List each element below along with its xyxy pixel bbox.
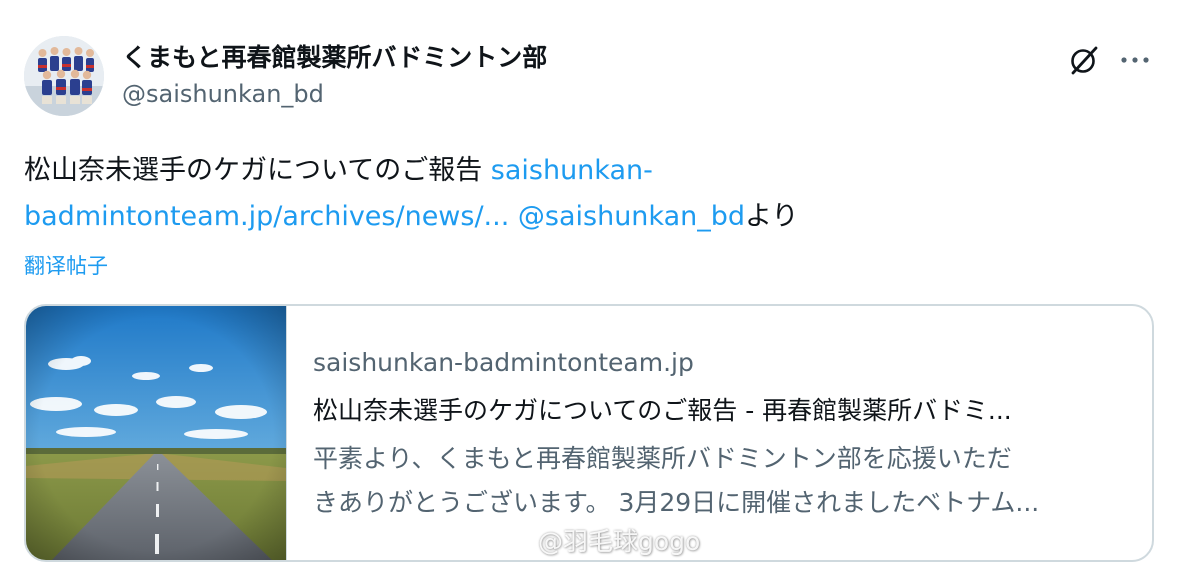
more-options-button[interactable]	[1115, 40, 1155, 80]
card-body: saishunkan-badmintonteam.jp 松山奈未選手のケガについ…	[313, 348, 1133, 525]
grok-icon	[1071, 46, 1098, 75]
card-description-line-1: 平素より、くまもと再春館製薬所バドミントン部を応援いただ	[313, 444, 1012, 473]
post: くまもと再春館製薬所バドミントン部 @saishunkan_bd 松山奈未選手の…	[0, 0, 1178, 572]
author-handle[interactable]: @saishunkan_bd	[122, 80, 324, 108]
post-link-url-part2[interactable]: badmintonteam.jp/archives/news/...	[24, 201, 509, 232]
post-link-url-part1[interactable]: saishunkan-	[491, 155, 653, 186]
author-name[interactable]: くまもと再春館製薬所バドミントン部	[122, 38, 547, 74]
card-thumbnail[interactable]	[26, 306, 287, 560]
watermark: @羽毛球gogo	[498, 522, 700, 558]
post-text-space	[509, 201, 518, 232]
post-text: 松山奈未選手のケガについてのご報告 saishunkan-badmintonte…	[24, 148, 1144, 240]
post-mention-link[interactable]: @saishunkan_bd	[518, 201, 745, 232]
watermark-text: @羽毛球gogo	[538, 527, 701, 556]
avatar[interactable]	[24, 36, 104, 116]
grok-button[interactable]	[1064, 40, 1104, 80]
card-title: 松山奈未選手のケガについてのご報告 - 再春館製薬所バドミ...	[313, 396, 1012, 425]
post-text-lead: 松山奈未選手のケガについてのご報告	[24, 155, 491, 186]
card-domain: saishunkan-badmintonteam.jp	[313, 348, 694, 377]
card-description: 平素より、くまもと再春館製薬所バドミントン部を応援いただ きありがとうございます…	[313, 437, 1133, 525]
weibo-icon	[498, 528, 531, 554]
team-photo-image	[24, 36, 104, 116]
post-text-tail: より	[745, 201, 799, 232]
translate-post-link[interactable]: 翻译帖子	[24, 250, 108, 280]
card-description-line-2: きありがとうございます。 3月29日に開催されましたベトナム...	[313, 488, 1040, 517]
more-dots-icon	[1121, 57, 1149, 63]
road-landscape-image	[26, 306, 286, 560]
